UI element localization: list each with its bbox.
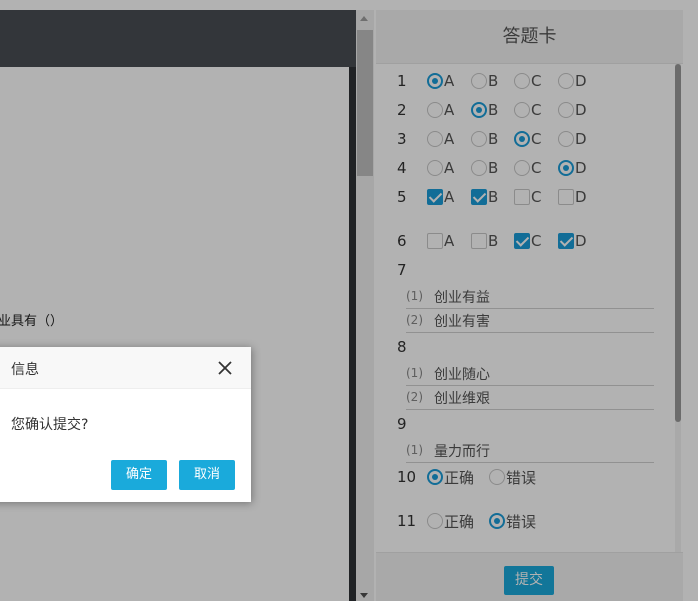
cancel-button[interactable]: 取消 [179,460,235,490]
confirm-dialog: 信息 您确认提交? 确定 取消 [0,347,251,502]
dialog-header: 信息 [0,347,251,389]
dialog-title: 信息 [11,362,39,378]
modal-overlay [0,0,698,601]
close-icon[interactable] [217,360,233,376]
exam-page: 业具有（） 答题卡 1 A B C D 2 A B C D 3 A B C D [0,0,698,601]
dialog-message: 您确认提交? [11,417,89,433]
confirm-button[interactable]: 确定 [111,460,167,490]
